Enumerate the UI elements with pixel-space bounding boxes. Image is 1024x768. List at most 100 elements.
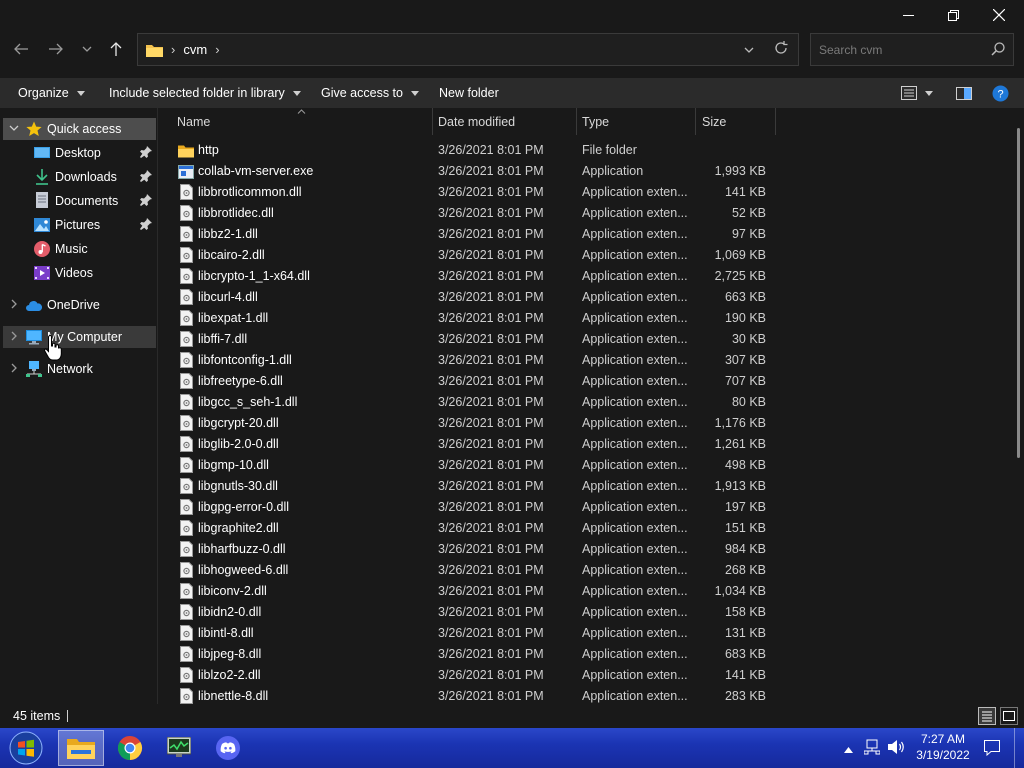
nav-videos[interactable]: Videos bbox=[3, 262, 156, 284]
file-row[interactable]: libffi-7.dll 3/26/2021 8:01 PM Application… bbox=[174, 329, 774, 350]
file-name: libbz2-1.dll bbox=[198, 227, 258, 241]
forward-button[interactable] bbox=[43, 36, 69, 62]
refresh-button[interactable] bbox=[774, 41, 788, 58]
breadcrumb-cvm[interactable]: cvm bbox=[183, 42, 207, 57]
breadcrumb-separator[interactable]: › bbox=[215, 42, 219, 57]
close-button[interactable] bbox=[976, 0, 1022, 30]
large-icons-view-button[interactable] bbox=[1000, 707, 1018, 725]
action-center-button[interactable] bbox=[984, 740, 1000, 759]
search-icon[interactable] bbox=[991, 42, 1005, 59]
taskbar-task-manager[interactable] bbox=[156, 730, 202, 766]
nav-quick-access[interactable]: Quick access bbox=[3, 118, 156, 140]
column-divider[interactable] bbox=[775, 108, 776, 135]
chevron-down-icon[interactable] bbox=[9, 123, 19, 136]
column-divider[interactable] bbox=[432, 108, 433, 135]
chevron-right-icon[interactable] bbox=[9, 331, 19, 344]
file-date: 3/26/2021 8:01 PM bbox=[438, 458, 544, 472]
column-divider[interactable] bbox=[576, 108, 577, 135]
exe-icon bbox=[178, 165, 194, 179]
pin-icon[interactable] bbox=[140, 218, 152, 230]
column-header-size[interactable]: Size bbox=[702, 108, 726, 135]
restore-button[interactable] bbox=[930, 0, 976, 30]
file-row[interactable]: libfreetype-6.dll 3/26/2021 8:01 PM Applic… bbox=[174, 371, 774, 392]
column-divider[interactable] bbox=[695, 108, 696, 135]
nav-onedrive[interactable]: OneDrive bbox=[3, 294, 156, 316]
minimize-button[interactable] bbox=[885, 0, 931, 30]
nav-my-computer[interactable]: My Computer bbox=[3, 326, 156, 348]
file-row[interactable]: http 3/26/2021 8:01 PM File folder bbox=[174, 140, 774, 161]
column-header-name[interactable]: Name bbox=[177, 108, 210, 135]
nav-documents-label: Documents bbox=[55, 194, 119, 208]
back-button[interactable] bbox=[8, 36, 34, 62]
organize-button[interactable]: Organize bbox=[18, 78, 85, 108]
file-row[interactable]: libintl-8.dll 3/26/2021 8:01 PM Applicatio… bbox=[174, 623, 774, 644]
help-button[interactable]: ? bbox=[992, 78, 1009, 108]
volume-tray-button[interactable] bbox=[888, 739, 906, 758]
nav-documents[interactable]: Documents bbox=[3, 190, 156, 212]
preview-pane-button[interactable] bbox=[956, 78, 972, 108]
file-row[interactable]: libidn2-0.dll 3/26/2021 8:01 PM Applicatio… bbox=[174, 602, 774, 623]
file-name: http bbox=[198, 143, 219, 157]
file-row[interactable]: libharfbuzz-0.dll 3/26/2021 8:01 PM Applic… bbox=[174, 539, 774, 560]
vertical-scrollbar[interactable] bbox=[1015, 108, 1023, 704]
pin-icon[interactable] bbox=[140, 146, 152, 158]
file-size: 1,034 KB bbox=[714, 584, 766, 598]
column-header-type[interactable]: Type bbox=[582, 108, 609, 135]
details-view-button[interactable] bbox=[978, 707, 996, 725]
discord-icon bbox=[216, 736, 240, 760]
chevron-right-icon[interactable] bbox=[9, 299, 19, 312]
file-row[interactable]: libbz2-1.dll 3/26/2021 8:01 PM Application… bbox=[174, 224, 774, 245]
taskbar-chrome[interactable] bbox=[107, 730, 153, 766]
file-row[interactable]: libcairo-2.dll 3/26/2021 8:01 PM Applicati… bbox=[174, 245, 774, 266]
show-hidden-icons-button[interactable] bbox=[844, 742, 853, 756]
nav-downloads[interactable]: Downloads bbox=[3, 166, 156, 188]
pin-icon[interactable] bbox=[140, 194, 152, 206]
search-input[interactable] bbox=[811, 34, 981, 65]
file-row[interactable]: libgcrypt-20.dll 3/26/2021 8:01 PM Applica… bbox=[174, 413, 774, 434]
file-row[interactable]: libexpat-1.dll 3/26/2021 8:01 PM Applicati… bbox=[174, 308, 774, 329]
file-size: 1,261 KB bbox=[714, 437, 766, 451]
recent-locations-button[interactable] bbox=[74, 36, 100, 62]
file-row[interactable]: libgmp-10.dll 3/26/2021 8:01 PM Applicatio… bbox=[174, 455, 774, 476]
item-count: 45 items bbox=[13, 709, 61, 723]
scrollbar-thumb[interactable] bbox=[1017, 128, 1020, 458]
include-in-library-button[interactable]: Include selected folder in library bbox=[109, 78, 301, 108]
up-button[interactable] bbox=[103, 36, 129, 62]
give-access-button[interactable]: Give access to bbox=[321, 78, 419, 108]
file-row[interactable]: libglib-2.0-0.dll 3/26/2021 8:01 PM Applic… bbox=[174, 434, 774, 455]
file-row[interactable]: libcrypto-1_1-x64.dll 3/26/2021 8:01 PM Ap… bbox=[174, 266, 774, 287]
file-row[interactable]: libbrotlidec.dll 3/26/2021 8:01 PM Applica… bbox=[174, 203, 774, 224]
nav-network[interactable]: Network bbox=[3, 358, 156, 380]
file-row[interactable]: libgnutls-30.dll 3/26/2021 8:01 PM Applica… bbox=[174, 476, 774, 497]
new-folder-button[interactable]: New folder bbox=[439, 78, 499, 108]
address-bar[interactable]: › cvm › bbox=[137, 33, 799, 66]
taskbar-file-explorer[interactable] bbox=[58, 730, 104, 766]
file-row[interactable]: collab-vm-server.exe 3/26/2021 8:01 PM App… bbox=[174, 161, 774, 182]
show-desktop-button[interactable] bbox=[1014, 728, 1024, 768]
file-row[interactable]: libfontconfig-1.dll 3/26/2021 8:01 PM Appl… bbox=[174, 350, 774, 371]
nav-pictures[interactable]: Pictures bbox=[3, 214, 156, 236]
change-view-button[interactable] bbox=[901, 78, 933, 108]
file-row[interactable]: libcurl-4.dll 3/26/2021 8:01 PM Applicatio… bbox=[174, 287, 774, 308]
start-button[interactable] bbox=[3, 730, 49, 766]
file-type: Application exten... bbox=[582, 206, 688, 220]
address-dropdown-button[interactable] bbox=[744, 42, 754, 56]
file-row[interactable]: libgcc_s_seh-1.dll 3/26/2021 8:01 PM Appli… bbox=[174, 392, 774, 413]
file-row[interactable]: libgpg-error-0.dll 3/26/2021 8:01 PM Appli… bbox=[174, 497, 774, 518]
file-row[interactable]: libjpeg-8.dll 3/26/2021 8:01 PM Applicatio… bbox=[174, 644, 774, 665]
chevron-right-icon[interactable] bbox=[9, 363, 19, 376]
column-header-date[interactable]: Date modified bbox=[438, 108, 515, 135]
taskbar-discord[interactable] bbox=[205, 730, 251, 766]
dll-icon bbox=[180, 289, 193, 305]
nav-desktop[interactable]: Desktop bbox=[3, 142, 156, 164]
file-row[interactable]: libbrotlicommon.dll 3/26/2021 8:01 PM Appl… bbox=[174, 182, 774, 203]
file-row[interactable]: libhogweed-6.dll 3/26/2021 8:01 PM Applica… bbox=[174, 560, 774, 581]
file-row[interactable]: libgraphite2.dll 3/26/2021 8:01 PM Applica… bbox=[174, 518, 774, 539]
nav-music[interactable]: Music bbox=[3, 238, 156, 260]
file-row[interactable]: libiconv-2.dll 3/26/2021 8:01 PM Applicati… bbox=[174, 581, 774, 602]
network-tray-button[interactable] bbox=[863, 739, 881, 758]
search-box[interactable] bbox=[810, 33, 1014, 66]
file-row[interactable]: liblzo2-2.dll 3/26/2021 8:01 PM Applicatio… bbox=[174, 665, 774, 686]
pin-icon[interactable] bbox=[140, 170, 152, 182]
taskbar-clock[interactable]: 7:27 AM 3/19/2022 bbox=[912, 731, 974, 763]
